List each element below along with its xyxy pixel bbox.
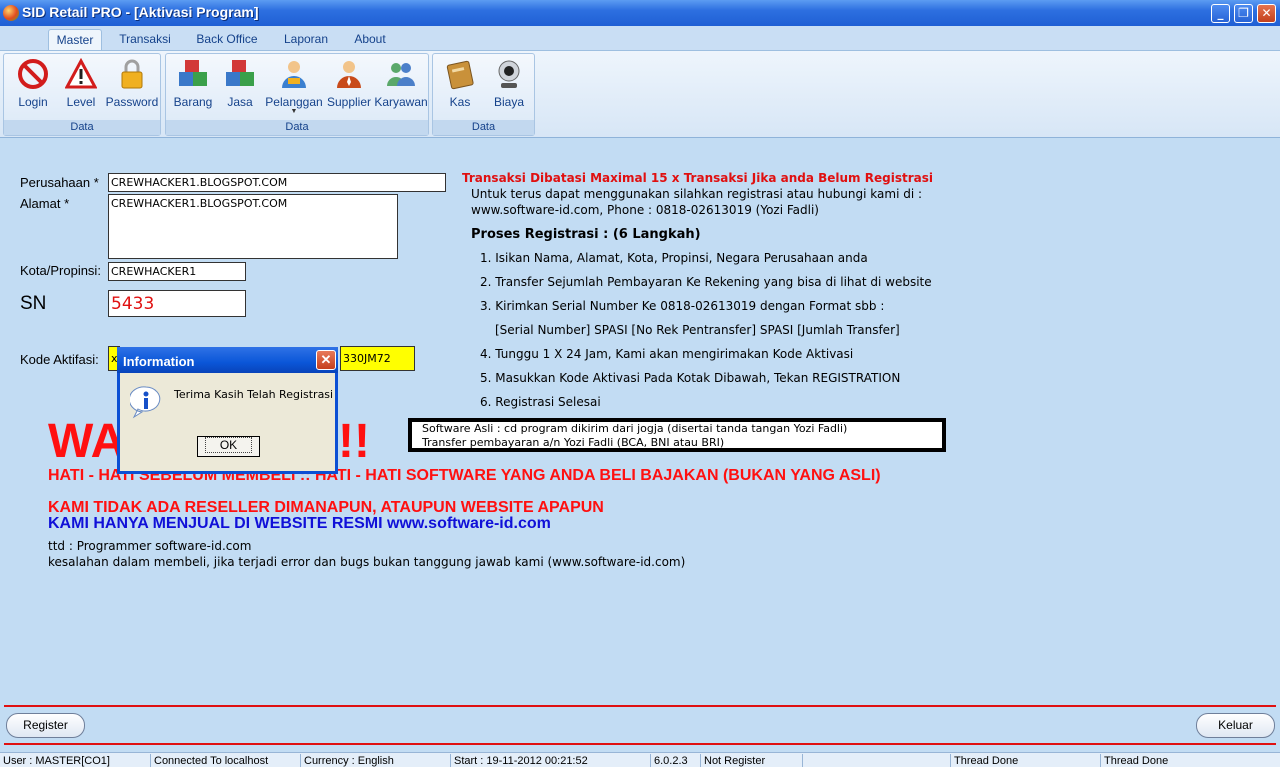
- supplier-button[interactable]: Supplier: [325, 56, 373, 118]
- sn-label: SN: [20, 293, 47, 314]
- login-button[interactable]: Login: [8, 56, 58, 118]
- transaction-limit-heading: Transaksi Dibatasi Maximal 15 x Transaks…: [462, 171, 933, 185]
- dialog-title-bar[interactable]: Information ✕: [117, 347, 338, 373]
- cubes-icon: [224, 58, 256, 90]
- dialog-title: Information: [123, 354, 195, 369]
- warning-icon: [64, 57, 98, 90]
- ribbon-group-label: Data: [166, 120, 428, 135]
- ok-button[interactable]: OK: [197, 436, 260, 457]
- level-button[interactable]: Level: [58, 56, 104, 118]
- ribbon-group-master-data: Barang Jasa Pelanggan ▼ Supplier Karyawa…: [165, 53, 429, 136]
- lock-icon: [116, 58, 148, 90]
- barang-button[interactable]: Barang: [170, 56, 216, 118]
- tab-master[interactable]: Master: [48, 29, 102, 50]
- alamat-label: Alamat *: [20, 196, 70, 211]
- password-button[interactable]: Password: [104, 56, 160, 118]
- window-title-bar[interactable]: SID Retail PRO - [Aktivasi Program] _ ❐ …: [0, 0, 1280, 26]
- pelanggan-button[interactable]: Pelanggan ▼: [265, 56, 323, 118]
- alamat-field[interactable]: CREWHACKER1.BLOGSPOT.COM: [108, 194, 398, 259]
- minimize-button[interactable]: _: [1211, 4, 1230, 23]
- tab-about[interactable]: About: [348, 29, 392, 50]
- kota-label: Kota/Propinsi:: [20, 263, 101, 278]
- software-asli-box: Software Asli : cd program dikirim dari …: [408, 418, 946, 452]
- status-start-time: Start : 19-11-2012 00:21:52: [450, 754, 649, 767]
- kode-aktifasi-field-right[interactable]: 330JM72: [340, 346, 415, 371]
- tab-laporan[interactable]: Laporan: [278, 29, 334, 50]
- status-version: 6.0.2.3: [650, 754, 699, 767]
- information-dialog: Information ✕ Terima Kasih Telah Registr…: [117, 347, 338, 474]
- divider-bottom: [4, 743, 1276, 745]
- close-button[interactable]: ✕: [1257, 4, 1276, 23]
- proses-registrasi-heading: Proses Registrasi : (6 Langkah): [471, 227, 701, 242]
- box-line-2: Transfer pembayaran a/n Yozi Fadli (BCA,…: [422, 436, 725, 449]
- businessman-icon: [333, 58, 365, 90]
- tab-back-office[interactable]: Back Office: [190, 29, 264, 50]
- sn-field[interactable]: 5433: [108, 290, 246, 317]
- step-3-format: [Serial Number] SPASI [No Rek Pentransfe…: [495, 323, 900, 337]
- perusahaan-label: Perusahaan *: [20, 175, 99, 190]
- step-4: 4. Tunggu 1 X 24 Jam, Kami akan mengirim…: [480, 347, 854, 361]
- kota-field[interactable]: CREWHACKER1: [108, 262, 246, 281]
- status-currency: Currency : English: [300, 754, 448, 767]
- warning-big-text-right: !!: [338, 415, 370, 468]
- cash-book-icon: [444, 58, 476, 90]
- warning-line-3: KAMI HANYA MENJUAL DI WEBSITE RESMI www.…: [48, 515, 551, 532]
- dialog-close-button[interactable]: ✕: [316, 350, 336, 370]
- status-thread-1: Thread Done: [950, 754, 1098, 767]
- status-registration: Not Register: [700, 754, 799, 767]
- step-5: 5. Masukkan Kode Aktivasi Pada Kotak Dib…: [480, 371, 901, 385]
- ribbon: Master Transaksi Back Office Laporan Abo…: [0, 26, 1280, 138]
- ribbon-group-label: Data: [433, 120, 534, 135]
- status-user: User : MASTER[CO1]: [3, 755, 110, 767]
- keluar-button[interactable]: Keluar: [1196, 713, 1275, 738]
- customer-icon: [278, 58, 310, 90]
- users-icon: [385, 58, 417, 90]
- info-line-2: www.software-id.com, Phone : 0818-026130…: [471, 203, 819, 217]
- step-1: 1. Isikan Nama, Alamat, Kota, Propinsi, …: [480, 251, 868, 265]
- info-icon: [128, 385, 162, 419]
- register-button[interactable]: Register: [6, 713, 85, 738]
- step-6: 6. Registrasi Selesai: [480, 395, 601, 409]
- warning-big-text-left: WA: [48, 415, 126, 468]
- ttd-text: ttd : Programmer software-id.com: [48, 539, 252, 553]
- maximize-button[interactable]: ❐: [1234, 4, 1253, 23]
- step-2: 2. Transfer Sejumlah Pembayaran Ke Reken…: [480, 275, 932, 289]
- ribbon-tabs: Master Transaksi Back Office Laporan Abo…: [0, 26, 1280, 50]
- perusahaan-field[interactable]: CREWHACKER1.BLOGSPOT.COM: [108, 173, 446, 192]
- info-line-1: Untuk terus dapat menggunakan silahkan r…: [471, 187, 923, 201]
- kode-aktifasi-label: Kode Aktifasi:: [20, 352, 99, 367]
- kas-button[interactable]: Kas: [437, 56, 483, 118]
- dialog-message: Terima Kasih Telah Registrasi: [174, 388, 334, 401]
- cubes-icon: [177, 58, 209, 90]
- no-entry-icon: [17, 58, 49, 90]
- window-title: SID Retail PRO - [Aktivasi Program]: [22, 4, 259, 20]
- status-empty: [802, 754, 950, 767]
- step-3: 3. Kirimkan Serial Number Ke 0818-026130…: [480, 299, 885, 313]
- ribbon-groups: Login Level Password Data Barang Jasa Pe…: [0, 50, 1280, 137]
- disclaimer-text: kesalahan dalam membeli, jika terjadi er…: [48, 555, 686, 569]
- biaya-button[interactable]: Biaya: [486, 56, 532, 118]
- jasa-button[interactable]: Jasa: [218, 56, 262, 118]
- status-connection: Connected To localhost: [150, 754, 298, 767]
- divider-top: [4, 705, 1276, 707]
- tab-transaksi[interactable]: Transaksi: [114, 29, 176, 50]
- app-icon: [3, 5, 19, 21]
- webcam-icon: [493, 58, 525, 90]
- chevron-down-icon: ▼: [290, 108, 298, 115]
- ribbon-group-finance: Kas Biaya Data: [432, 53, 535, 136]
- ribbon-group-label: Data: [4, 120, 160, 135]
- status-thread-2: Thread Done: [1100, 754, 1280, 767]
- box-line-1: Software Asli : cd program dikirim dari …: [422, 422, 848, 435]
- karyawan-button[interactable]: Karyawan: [374, 56, 428, 118]
- status-bar: User : MASTER[CO1] Connected To localhos…: [0, 752, 1280, 767]
- ribbon-group-security: Login Level Password Data: [3, 53, 161, 136]
